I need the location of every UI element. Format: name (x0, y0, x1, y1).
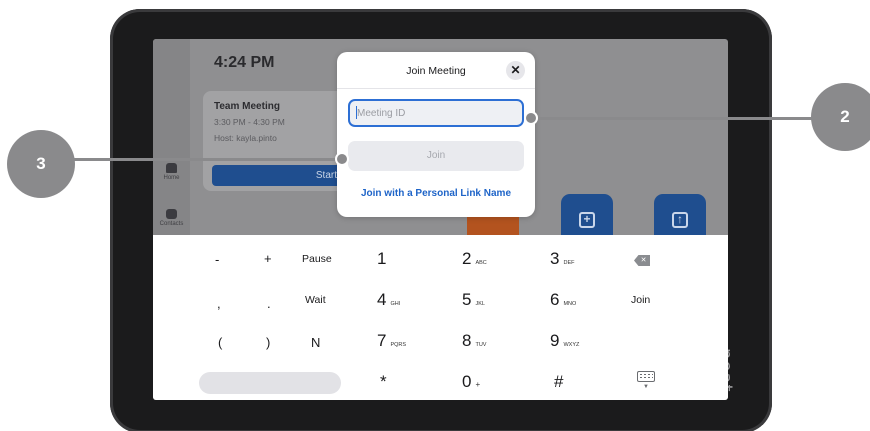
key-comma[interactable]: , (217, 296, 221, 311)
meeting-time: 3:30 PM - 4:30 PM (214, 117, 285, 127)
chevron-down-icon: ▼ (643, 384, 649, 390)
key-wait[interactable]: Wait (305, 294, 326, 306)
key-9[interactable]: 9 WXYZ (550, 331, 579, 351)
key-hash[interactable]: # (554, 372, 563, 392)
keyboard-icon[interactable] (637, 371, 655, 382)
dial-keypad: - + Pause , . Wait ( ) N 1 2 ABC 3 DEF 4 GH… (153, 235, 728, 400)
sidebar-item-label: Home (163, 175, 180, 181)
key-6[interactable]: 6 MNO (550, 290, 576, 310)
callout-2-dot (524, 111, 538, 125)
key-pause[interactable]: Pause (302, 253, 332, 265)
meeting-id-input[interactable] (348, 99, 524, 127)
callout-2-line (533, 117, 813, 120)
key-3[interactable]: 3 DEF (550, 249, 574, 269)
plus-icon: + (579, 212, 595, 228)
sidebar-item-label: Contacts (159, 221, 184, 227)
key-n[interactable]: N (311, 335, 320, 350)
space-bar[interactable] (199, 372, 341, 394)
key-close-paren[interactable]: ) (266, 335, 270, 350)
sidebar-item-contacts[interactable]: Contacts (153, 209, 190, 227)
contacts-icon (166, 209, 177, 219)
upload-arrow-icon: ↑ (672, 212, 688, 228)
key-2[interactable]: 2 ABC (462, 249, 487, 269)
join-meeting-dialog: Join Meeting ✕ Join Join with a Personal… (337, 52, 535, 217)
callout-3: 3 (7, 130, 75, 198)
key-asterisk[interactable]: * (380, 372, 387, 392)
key-join[interactable]: Join (631, 294, 650, 306)
close-icon[interactable]: ✕ (506, 61, 525, 80)
callout-3-line (70, 158, 346, 161)
sidebar-item-home[interactable]: Home (153, 163, 190, 181)
key-7[interactable]: 7 PQRS (377, 331, 406, 351)
key-0[interactable]: 0 + (462, 372, 480, 392)
key-8[interactable]: 8 TUV (462, 331, 486, 351)
meeting-card[interactable]: Team Meeting 3:30 PM - 4:30 PM Host: kay… (203, 91, 353, 191)
callout-2: 2 (811, 83, 870, 151)
key-1[interactable]: 1 (377, 249, 386, 269)
join-button[interactable]: Join (348, 141, 524, 171)
key-open-paren[interactable]: ( (218, 335, 222, 350)
key-period[interactable]: . (267, 296, 271, 311)
join-personal-link-name-link[interactable]: Join with a Personal Link Name (337, 188, 535, 199)
home-icon (166, 163, 177, 173)
clock-time: 4:24 PM (214, 54, 275, 71)
key-plus[interactable]: + (264, 251, 272, 266)
text-caret (356, 106, 357, 119)
backspace-icon[interactable]: ✕ (634, 255, 650, 266)
meeting-host: Host: kayla.pinto (214, 133, 277, 143)
meeting-title: Team Meeting (214, 101, 280, 112)
key-5[interactable]: 5 JKL (462, 290, 485, 310)
key-minus[interactable]: - (215, 252, 219, 267)
dialog-divider (337, 88, 535, 89)
key-4[interactable]: 4 GHI (377, 290, 400, 310)
callout-3-dot (335, 152, 349, 166)
start-meeting-button[interactable]: Start (212, 165, 347, 186)
